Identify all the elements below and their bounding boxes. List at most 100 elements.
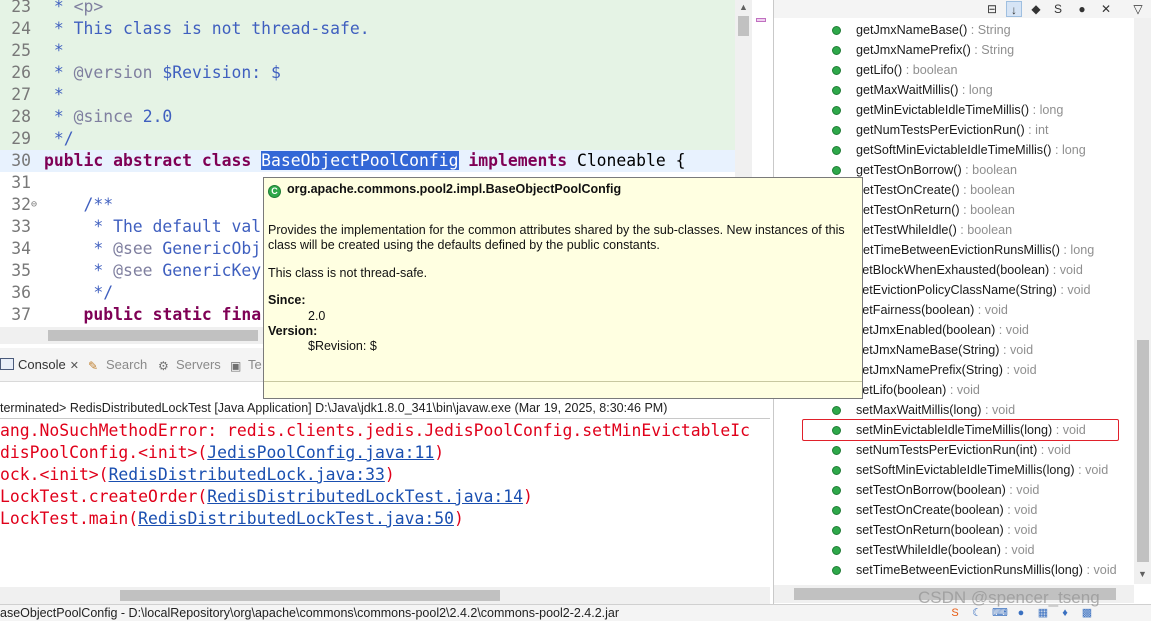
outline-method-item[interactable]: setNumTestsPerEvictionRun(int) : void (774, 440, 1136, 460)
fold-toggle-icon[interactable]: ⊖ (31, 194, 41, 216)
outline-vertical-scrollbar[interactable]: ▼ (1134, 18, 1151, 584)
javadoc-hover: Corg.apache.commons.pool2.impl.BaseObjec… (263, 177, 863, 399)
code-line[interactable]: 28 * @since 2.0 (0, 106, 735, 128)
code-line[interactable]: 29 */ (0, 128, 735, 150)
method-return-type: : long (1059, 243, 1095, 257)
method-signature: getMinEvictableIdleTimeMillis() (856, 103, 1030, 117)
scroll-down-arrow-icon[interactable]: ▼ (1138, 569, 1147, 579)
outline-method-item[interactable]: setSoftMinEvictableIdleTimeMillis(long) … (774, 460, 1136, 480)
method-signature: setEvictionPolicyClassName(String) (856, 283, 1057, 297)
code-line[interactable]: 25 * (0, 40, 735, 62)
code-text: * @see GenericObj (44, 238, 261, 260)
javadoc-thread-safety: This class is not thread-safe. (268, 266, 428, 280)
tab-servers[interactable]: ⚙ Servers (158, 356, 221, 374)
method-signature: setFairness(boolean) (856, 303, 975, 317)
code-token: * (44, 239, 114, 258)
outline-method-item[interactable]: setTestOnReturn(boolean) : void (774, 520, 1136, 540)
view-menu-icon[interactable]: ▽ (1130, 1, 1146, 17)
scroll-up-arrow-icon[interactable]: ▲ (739, 2, 748, 12)
sort-icon[interactable]: ↓ (1006, 1, 1022, 17)
tab-search[interactable]: ✎ Search (88, 356, 147, 374)
outline-method-item[interactable]: setTestOnBorrow(boolean) : void (774, 480, 1136, 500)
code-text: public abstract class BaseObjectPoolConf… (44, 150, 686, 172)
outline-method-item[interactable]: setTestWhileIdle(boolean) : void (774, 540, 1136, 560)
console-horizontal-scrollbar[interactable] (0, 587, 770, 604)
public-method-icon (832, 106, 841, 115)
outline-method-item[interactable]: setMaxWaitMillis(long) : void (774, 400, 1136, 420)
hide-static-icon[interactable]: S (1050, 1, 1066, 17)
code-line[interactable]: 30 public abstract class BaseObjectPoolCo… (0, 150, 735, 172)
method-label: getTestOnCreate() : boolean (856, 180, 1015, 200)
outline-vertical-scroll-thumb[interactable] (1137, 340, 1149, 562)
stack-trace-link[interactable]: RedisDistributedLockTest.java:50 (138, 509, 454, 528)
overview-ruler-mark[interactable] (756, 18, 766, 22)
search-icon: ✎ (88, 359, 99, 373)
ime-icon[interactable]: S (948, 606, 962, 620)
outline-method-item[interactable]: getMinEvictableIdleTimeMillis() : long (774, 100, 1136, 120)
tab-servers-label: Servers (176, 357, 221, 372)
console-output[interactable]: ang.NoSuchMethodError: redis.clients.jed… (0, 419, 770, 587)
code-token: Cloneable { (567, 151, 686, 170)
grid-icon[interactable]: ▦ (1036, 606, 1050, 620)
hide-non-public-icon[interactable]: ● (1074, 1, 1090, 17)
hide-local-types-icon[interactable]: ✕ (1098, 1, 1114, 17)
code-text: * @version $Revision: $ (44, 62, 281, 84)
outline-method-item[interactable]: setTestOnCreate(boolean) : void (774, 500, 1136, 520)
console-process-status: terminated> RedisDistributedLockTest [Ja… (0, 398, 770, 418)
console-text-suffix: ) (453, 509, 464, 528)
moon-icon[interactable]: ☾ (970, 606, 984, 620)
code-token: * (44, 41, 64, 60)
line-number: 26 (11, 63, 31, 82)
method-signature: getJmxNameBase() (856, 23, 968, 37)
stack-trace-link[interactable]: JedisPoolConfig.java:11 (207, 443, 434, 462)
shirt-icon[interactable]: ♦ (1058, 606, 1072, 620)
method-signature: setJmxNameBase(String) (856, 343, 1000, 357)
code-text: * (44, 84, 64, 106)
apps-icon[interactable]: ▩ (1080, 606, 1094, 620)
code-line[interactable]: 27 * (0, 84, 735, 106)
outline-method-item[interactable]: getNumTestsPerEvictionRun() : int (774, 120, 1136, 140)
javadoc-since-value: 2.0 (308, 309, 326, 323)
outline-method-item[interactable]: getJmxNamePrefix() : String (774, 40, 1136, 60)
console-horizontal-scroll-thumb[interactable] (120, 590, 500, 601)
tab-terminal[interactable]: ▣ Te (230, 356, 262, 374)
hide-fields-icon[interactable]: ◆ (1028, 1, 1044, 17)
method-return-type: : boolean (961, 163, 1018, 177)
outline-method-item[interactable]: getJmxNameBase() : String (774, 20, 1136, 40)
code-text: */ (44, 282, 113, 304)
outline-method-item[interactable]: getMaxWaitMillis() : long (774, 80, 1136, 100)
public-method-icon (832, 446, 841, 455)
stack-trace-link[interactable]: RedisDistributedLock.java:33 (109, 465, 385, 484)
code-line[interactable]: 26 * @version $Revision: $ (0, 62, 735, 84)
outline-method-item[interactable]: getSoftMinEvictableIdleTimeMillis() : lo… (774, 140, 1136, 160)
method-signature: setNumTestsPerEvictionRun(int) (856, 443, 1038, 457)
code-line[interactable]: 23 * <p> (0, 0, 735, 18)
method-label: getTestWhileIdle() : boolean (856, 220, 1012, 240)
editor-horizontal-scroll-thumb[interactable] (48, 330, 258, 341)
collapse-all-icon[interactable]: ⊟ (984, 1, 1000, 17)
code-line[interactable]: 24 * This class is not thread-safe. (0, 18, 735, 40)
method-return-type: : void (1003, 523, 1038, 537)
method-signature: setJmxEnabled(boolean) (856, 323, 996, 337)
microphone-icon[interactable]: ● (1014, 606, 1028, 620)
method-label: setTimeBetweenEvictionRunsMillis(long) :… (856, 560, 1117, 580)
outline-method-item[interactable]: setTimeBetweenEvictionRunsMillis(long) :… (774, 560, 1136, 580)
method-signature: setTimeBetweenEvictionRunsMillis(long) (856, 563, 1084, 577)
method-label: setJmxNamePrefix(String) : void (856, 360, 1037, 380)
code-text: * This class is not thread-safe. (44, 18, 370, 40)
stack-trace-link[interactable]: RedisDistributedLockTest.java:14 (207, 487, 523, 506)
method-label: getTimeBetweenEvictionRunsMillis() : lon… (856, 240, 1094, 260)
method-label: getMinEvictableIdleTimeMillis() : long (856, 100, 1063, 120)
outline-method-item[interactable]: getLifo() : boolean (774, 60, 1136, 80)
javadoc-class-name: org.apache.commons.pool2.impl.BaseObject… (287, 182, 622, 196)
code-token: * (44, 0, 74, 16)
public-method-icon (832, 506, 841, 515)
keyboard-icon[interactable]: ⌨ (992, 606, 1008, 620)
editor-vertical-scroll-thumb[interactable] (738, 16, 749, 36)
public-method-icon (832, 166, 841, 175)
tab-console[interactable]: Console ✕ (0, 356, 79, 374)
close-icon[interactable]: ✕ (70, 360, 79, 372)
public-method-icon (832, 126, 841, 135)
method-label: setSoftMinEvictableIdleTimeMillis(long) … (856, 460, 1108, 480)
